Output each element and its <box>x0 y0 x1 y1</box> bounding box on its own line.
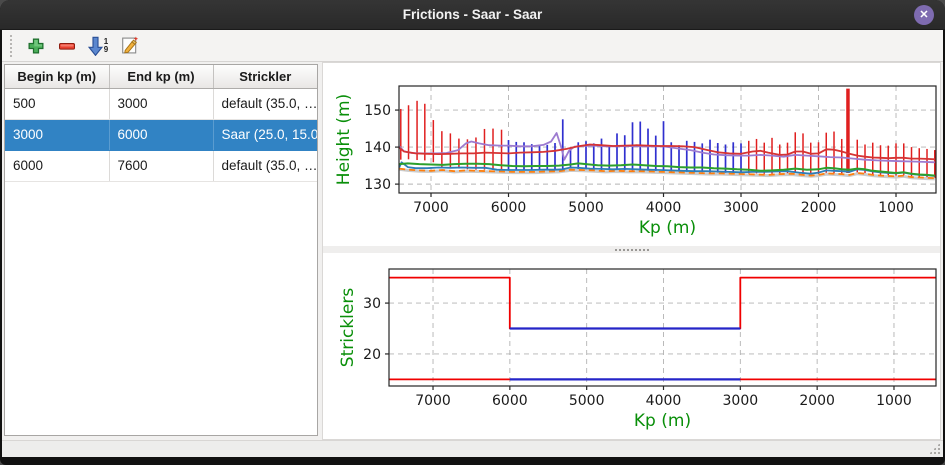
plus-icon <box>26 36 46 56</box>
svg-text:Kp (m): Kp (m) <box>634 411 691 431</box>
close-icon: ✕ <box>919 9 928 21</box>
table-row[interactable]: 60007600default (35.0, … <box>5 150 317 181</box>
svg-text:130: 130 <box>364 177 391 193</box>
table-cell[interactable]: 6000 <box>109 119 213 150</box>
svg-text:1000: 1000 <box>876 393 912 409</box>
edit-icon <box>119 35 140 56</box>
column-header-2[interactable]: Strickler <box>213 65 317 88</box>
table-cell[interactable]: 3000 <box>5 119 109 150</box>
svg-text:Kp (m): Kp (m) <box>639 218 696 238</box>
charts-splitter[interactable] <box>323 246 940 253</box>
window-title: Frictions - Saar - Saar <box>0 0 945 29</box>
height-profile-chart: 7000 6000 5000 4000 3000 2000 1000 130 140 150 Kp … <box>323 63 940 246</box>
sort-numeric-icon <box>88 36 103 56</box>
table-cell[interactable]: 6000 <box>5 150 109 181</box>
title-bar[interactable]: Frictions - Saar - Saar ✕ <box>0 0 945 30</box>
charts-panel: 7000 6000 5000 4000 3000 2000 1000 130 140 150 Kp … <box>322 62 941 440</box>
table-cell[interactable]: 3000 <box>109 88 213 119</box>
table-cell[interactable]: default (35.0, … <box>213 88 317 119</box>
svg-text:Height (m): Height (m) <box>334 94 354 185</box>
svg-text:2000: 2000 <box>801 200 837 216</box>
splitter-handle-icon <box>615 249 649 251</box>
svg-text:Stricklers: Stricklers <box>338 288 358 368</box>
frictions-window: Frictions - Saar - Saar ✕ <box>0 0 945 465</box>
svg-text:3000: 3000 <box>723 393 759 409</box>
toolbar-drag-handle[interactable] <box>10 35 14 57</box>
frictions-table-panel: Begin kp (m)End kp (m)Strickler 5003000d… <box>4 64 318 436</box>
table-row[interactable]: 30006000Saar (25.0, 15.0) <box>5 119 317 150</box>
edit-button[interactable] <box>116 33 142 59</box>
sort-digits: 1 9 <box>104 38 108 54</box>
toolbar: 1 9 <box>2 30 943 62</box>
svg-text:6000: 6000 <box>492 393 528 409</box>
svg-text:4000: 4000 <box>646 393 682 409</box>
svg-text:140: 140 <box>364 140 391 156</box>
stricklers-chart: 7000 6000 5000 4000 3000 2000 1000 20 30 Kp (m) St… <box>323 253 940 439</box>
svg-text:6000: 6000 <box>491 200 527 216</box>
sort-button[interactable]: 1 9 <box>85 33 111 59</box>
table-cell[interactable]: 7600 <box>109 150 213 181</box>
svg-text:5000: 5000 <box>569 393 605 409</box>
table-row[interactable]: 5003000default (35.0, … <box>5 88 317 119</box>
column-header-0[interactable]: Begin kp (m) <box>5 65 109 88</box>
svg-text:1000: 1000 <box>878 200 914 216</box>
svg-text:7000: 7000 <box>415 393 451 409</box>
frictions-table: Begin kp (m)End kp (m)Strickler 5003000d… <box>5 65 317 182</box>
resize-grip-icon[interactable] <box>929 443 940 454</box>
column-header-1[interactable]: End kp (m) <box>109 65 213 88</box>
svg-text:5000: 5000 <box>568 200 604 216</box>
svg-text:2000: 2000 <box>799 393 835 409</box>
svg-text:4000: 4000 <box>646 200 682 216</box>
table-cell[interactable]: Saar (25.0, 15.0) <box>213 119 317 150</box>
status-bar <box>2 440 943 457</box>
table-cell[interactable]: 500 <box>5 88 109 119</box>
svg-text:3000: 3000 <box>723 200 759 216</box>
close-button[interactable]: ✕ <box>914 5 934 25</box>
svg-text:30: 30 <box>363 296 381 312</box>
svg-text:20: 20 <box>363 347 381 363</box>
svg-text:7000: 7000 <box>413 200 449 216</box>
add-button[interactable] <box>23 33 49 59</box>
svg-text:150: 150 <box>364 103 391 119</box>
window-body: 1 9 Begin kp (m)End kp (m)Strickler <box>2 30 943 457</box>
main-content: Begin kp (m)End kp (m)Strickler 5003000d… <box>2 62 943 440</box>
table-header: Begin kp (m)End kp (m)Strickler <box>5 65 317 88</box>
remove-button[interactable] <box>54 33 80 59</box>
minus-icon <box>57 36 77 56</box>
table-cell[interactable]: default (35.0, … <box>213 150 317 181</box>
